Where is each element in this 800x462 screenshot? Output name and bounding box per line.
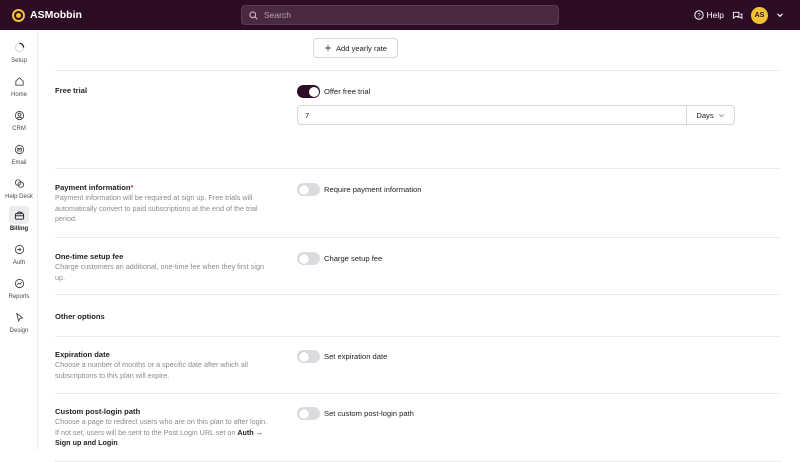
chat-bubbles-icon xyxy=(9,174,29,192)
nav-label-billing: Billing xyxy=(9,226,29,232)
expiration-toggle[interactable] xyxy=(297,350,320,363)
setup-fee-section: One-time setup fee Charge customers an a… xyxy=(55,238,781,295)
avatar[interactable]: AS xyxy=(751,6,768,24)
post-login-desc-suffix: . xyxy=(117,438,120,447)
payment-info-toggle[interactable] xyxy=(297,183,320,196)
help-label: Help xyxy=(706,10,724,20)
free-trial-toggle-label: Offer free trial xyxy=(324,87,371,96)
free-trial-toggle-row[interactable]: Offer free trial xyxy=(297,85,370,98)
setup-fee-description: Charge customers an additional, one-time… xyxy=(55,262,264,282)
nav-item-reports[interactable]: Reports xyxy=(0,274,38,300)
help-icon: ? xyxy=(693,10,704,20)
post-login-desc-text: Choose a page to redirect users who are … xyxy=(55,417,268,437)
payment-info-description: Payment information will be required at … xyxy=(55,193,258,223)
nav-label-email: Email xyxy=(11,160,27,166)
cursor-icon xyxy=(9,308,29,326)
left-nav: Setup Home CRM Email Help Desk Billing A… xyxy=(0,30,38,450)
trial-length-field[interactable]: 7 Days xyxy=(297,105,735,125)
chart-icon xyxy=(9,274,29,292)
plus-icon xyxy=(324,45,331,51)
nav-item-setup[interactable]: Setup xyxy=(0,38,38,64)
nav-label-design: Design xyxy=(9,328,29,334)
nav-item-home[interactable]: Home xyxy=(0,72,38,98)
nav-label-auth: Auth xyxy=(12,260,26,266)
required-mark: * xyxy=(130,183,134,192)
nav-label-crm: CRM xyxy=(12,126,26,132)
nav-item-auth[interactable]: Auth xyxy=(0,240,38,266)
trial-length-input[interactable]: 7 xyxy=(298,111,686,120)
add-yearly-rate-button[interactable]: Add yearly rate xyxy=(313,38,398,58)
other-options-title: Other options xyxy=(55,312,105,321)
post-login-section: Custom post-login path Choose a page to … xyxy=(55,394,781,462)
nav-label-reports: Reports xyxy=(8,294,30,300)
main-content: Add yearly rate Free trial Offer free tr… xyxy=(39,30,800,462)
setup-fee-title: One-time setup fee xyxy=(55,252,124,261)
nav-item-help-desk[interactable]: Help Desk xyxy=(0,174,38,200)
trial-unit-select[interactable]: Days xyxy=(686,106,734,124)
help-button[interactable]: ? Help xyxy=(693,10,724,20)
nav-label-home: Home xyxy=(10,92,27,98)
brand[interactable]: ASMobbin xyxy=(12,8,240,22)
nav-item-email[interactable]: Email xyxy=(0,140,38,166)
search-icon xyxy=(249,10,258,20)
nav-item-billing[interactable]: Billing xyxy=(0,206,38,232)
expiration-toggle-row[interactable]: Set expiration date xyxy=(297,350,387,363)
setup-fee-toggle[interactable] xyxy=(297,252,320,265)
payment-info-toggle-row[interactable]: Require payment information xyxy=(297,183,422,196)
free-trial-title: Free trial xyxy=(55,86,88,95)
billing-icon xyxy=(9,206,29,224)
post-login-toggle-row[interactable]: Set custom post-login path xyxy=(297,407,414,420)
top-bar: ASMobbin ? Help AS xyxy=(0,0,800,30)
free-trial-toggle[interactable] xyxy=(297,85,320,98)
post-login-toggle[interactable] xyxy=(297,407,320,420)
envelope-icon xyxy=(9,140,29,158)
brand-name: ASMobbin xyxy=(30,9,82,21)
setup-fee-toggle-label: Charge setup fee xyxy=(324,254,383,263)
nav-label-setup: Setup xyxy=(11,58,27,64)
payment-info-toggle-label: Require payment information xyxy=(324,185,422,194)
nav-label-help-desk: Help Desk xyxy=(5,194,33,200)
nav-item-design[interactable]: Design xyxy=(0,308,38,334)
top-right-actions: ? Help AS xyxy=(693,0,784,30)
yearly-rate-section: Add yearly rate xyxy=(55,30,781,71)
add-yearly-rate-label: Add yearly rate xyxy=(335,43,388,53)
expiration-section: Expiration date Choose a number of month… xyxy=(55,337,781,394)
payment-info-title-text: Payment information xyxy=(55,183,131,192)
user-circle-icon xyxy=(9,106,29,124)
expiration-toggle-label: Set expiration date xyxy=(324,352,388,361)
search-input[interactable] xyxy=(264,10,544,20)
other-options-section: Other options xyxy=(55,295,781,337)
post-login-toggle-label: Set custom post-login path xyxy=(324,409,414,418)
login-icon xyxy=(9,240,29,258)
brand-logo-icon xyxy=(12,8,25,22)
expiration-description: Choose a number of months or a specific … xyxy=(55,360,248,380)
post-login-description: Choose a page to redirect users who are … xyxy=(55,417,273,449)
nav-item-crm[interactable]: CRM xyxy=(0,106,38,132)
post-login-title: Custom post-login path xyxy=(55,407,141,416)
chevron-down-icon[interactable] xyxy=(776,11,784,19)
search-box[interactable] xyxy=(241,5,559,25)
payment-info-section: Payment information* Payment information… xyxy=(55,169,781,238)
trial-unit-value: Days xyxy=(696,110,714,120)
chevron-down-icon xyxy=(718,113,724,117)
expiration-title: Expiration date xyxy=(55,350,110,359)
payment-info-title: Payment information* xyxy=(55,183,134,192)
home-icon xyxy=(9,72,29,90)
progress-ring-icon xyxy=(9,38,29,56)
chat-icon[interactable] xyxy=(732,10,743,21)
setup-fee-toggle-row[interactable]: Charge setup fee xyxy=(297,252,382,265)
